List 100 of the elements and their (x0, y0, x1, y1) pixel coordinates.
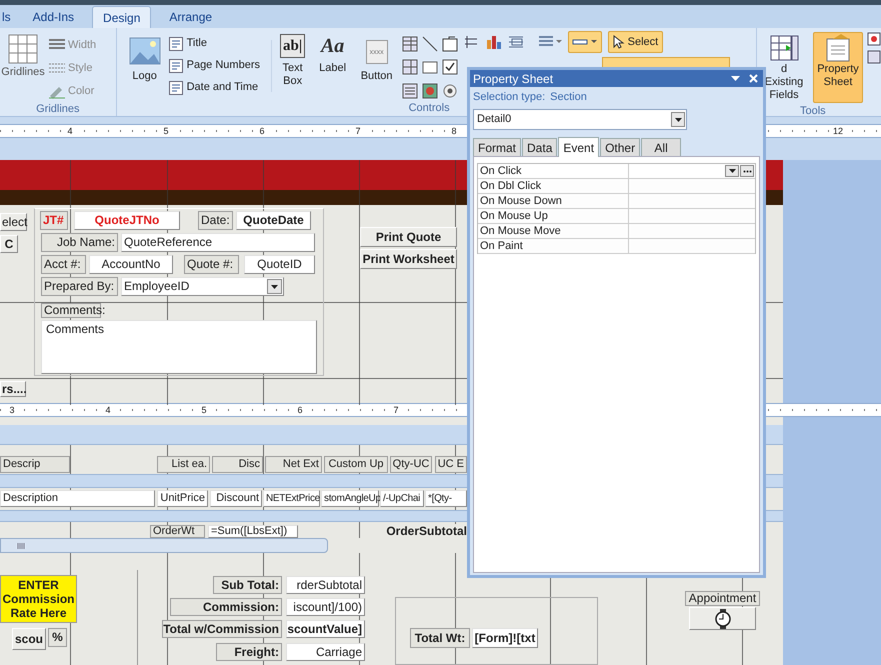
field-label: Disc (212, 456, 263, 473)
note-label: ENTER Commission Rate Here (0, 575, 77, 623)
clock-button[interactable] (689, 607, 756, 630)
ruler-number: 7 (353, 125, 363, 137)
scrollbar[interactable] (0, 538, 328, 553)
ribbon-tab[interactable]: Add-Ins (28, 6, 78, 28)
ruler-number: 12 (833, 125, 843, 137)
document-icon (168, 36, 183, 50)
text-field[interactable]: QuoteDate (236, 211, 311, 230)
ruler-number: 6 (257, 125, 267, 137)
select-button[interactable]: Select (608, 31, 664, 53)
gridlines-button[interactable]: Gridlines (0, 34, 46, 101)
toolbar-button[interactable] (402, 36, 418, 54)
field-label: UC E (435, 456, 467, 473)
text-field[interactable]: *[Qty- (425, 490, 467, 507)
object-dropdown[interactable]: Detail0 (473, 109, 687, 130)
ribbon-button[interactable]: ab| Text Box (278, 34, 308, 100)
toolbar-button[interactable] (442, 82, 458, 100)
text-field[interactable]: AccountNo (89, 255, 173, 274)
toolbar-button[interactable] (442, 59, 458, 77)
ruler-number: 5 (161, 125, 171, 137)
text-field[interactable]: QuoteJTNo (74, 211, 180, 230)
text-field[interactable]: Discount (210, 490, 262, 507)
ribbon-button[interactable]: Page Numbers (168, 56, 265, 75)
property-row[interactable]: On Mouse Move (478, 224, 755, 239)
toolbar-button[interactable] (402, 59, 418, 77)
table-icon (769, 33, 799, 63)
text-field[interactable]: Description (0, 490, 155, 507)
property-tab[interactable]: Event (558, 137, 600, 157)
field-label: Descrip (0, 456, 70, 473)
text-field[interactable]: UnitPrice (157, 490, 208, 507)
toolbar-button[interactable] (464, 34, 480, 50)
field-label: Quote #: (184, 255, 239, 274)
text-field[interactable]: =Sum([LbsExt]) (208, 525, 298, 538)
text-field[interactable]: QuoteID (244, 255, 315, 274)
combo-box[interactable]: EmployeeID (121, 277, 284, 296)
form-button[interactable]: Print Worksheet (360, 249, 457, 269)
listbox-icon (402, 59, 418, 76)
toolbar-button[interactable] (422, 82, 438, 100)
field-label: Net Ext (265, 456, 322, 473)
field-label: List ea. (157, 456, 210, 473)
property-row[interactable]: On Mouse Up (478, 209, 755, 224)
text-field[interactable]: /-UpChai (380, 490, 424, 507)
form-button[interactable]: elect (0, 213, 27, 231)
ruler-number: 7 (391, 404, 401, 416)
form-button[interactable]: Print Quote (360, 227, 457, 247)
text-field[interactable]: Carriage (286, 643, 365, 661)
form-button[interactable]: C (0, 235, 18, 253)
ribbon-tab[interactable]: Arrange (165, 6, 216, 28)
listbox-icon (402, 36, 418, 52)
ribbon-button[interactable]: Property Sheet (813, 32, 863, 103)
window-title: Property Sheet (473, 70, 554, 88)
document-icon (168, 80, 183, 94)
list-icon (508, 34, 524, 50)
ruler-number: 5 (199, 404, 209, 416)
ruler-number: 8 (449, 125, 459, 137)
toolbar-button[interactable] (568, 31, 602, 53)
toolbar-button[interactable] (402, 82, 418, 100)
text-field[interactable]: [Form]![txt (472, 628, 538, 648)
lines-icon (464, 34, 480, 50)
property-tab[interactable]: Other (600, 138, 640, 156)
text-field[interactable]: rderSubtotal (286, 576, 365, 594)
toolbar-button[interactable] (442, 36, 458, 54)
text-field[interactable]: stomAngleUp (321, 490, 379, 507)
field-label: Date: (198, 211, 233, 230)
ribbon-tab[interactable]: Design (92, 6, 152, 28)
field-label: JT# (40, 211, 68, 230)
property-row[interactable]: On Paint (478, 239, 755, 254)
field-label: Total Wt: (410, 628, 470, 648)
property-tab[interactable]: Data (522, 138, 558, 156)
ruler-number: 4 (65, 125, 75, 137)
selection-type-value: Section (550, 90, 587, 104)
text-field[interactable]: iscount]/100) (286, 598, 365, 616)
text-area[interactable]: Comments (41, 320, 317, 374)
text-field[interactable]: QuoteReference (121, 233, 315, 252)
property-name: On Mouse Up (478, 209, 629, 223)
form-button[interactable]: rs.... (0, 381, 26, 397)
form-button[interactable]: scou (12, 628, 46, 650)
property-row[interactable]: On Dbl Click (478, 179, 755, 194)
builder-icon (740, 165, 754, 177)
align-icon (538, 34, 562, 48)
property-row[interactable]: On Click (478, 164, 755, 179)
field-label: Total w/Commission (162, 620, 282, 638)
logo-button[interactable]: Logo (126, 34, 163, 100)
ribbon-button[interactable]: Date and Time (168, 78, 265, 97)
textbox-icon: ab| (280, 34, 306, 58)
property-row[interactable]: On Mouse Down (478, 194, 755, 209)
ribbon-tab[interactable]: ls (0, 6, 15, 28)
property-tab[interactable]: All (641, 138, 682, 156)
text-field[interactable]: NETExtPrice (263, 490, 320, 507)
ribbon-button[interactable]: Aa Label (314, 34, 352, 100)
property-tab[interactable]: Format (473, 138, 522, 156)
field-label: % (48, 628, 67, 647)
label-icon: Aa (320, 34, 344, 58)
group-label: Gridlines (35, 102, 80, 115)
field-label: OrderWt (150, 525, 205, 538)
text-field[interactable]: scountValue] (286, 620, 365, 638)
field-label: Job Name: (41, 233, 118, 252)
ribbon-button[interactable]: Title (168, 34, 265, 53)
toolbar-button[interactable] (422, 36, 438, 54)
